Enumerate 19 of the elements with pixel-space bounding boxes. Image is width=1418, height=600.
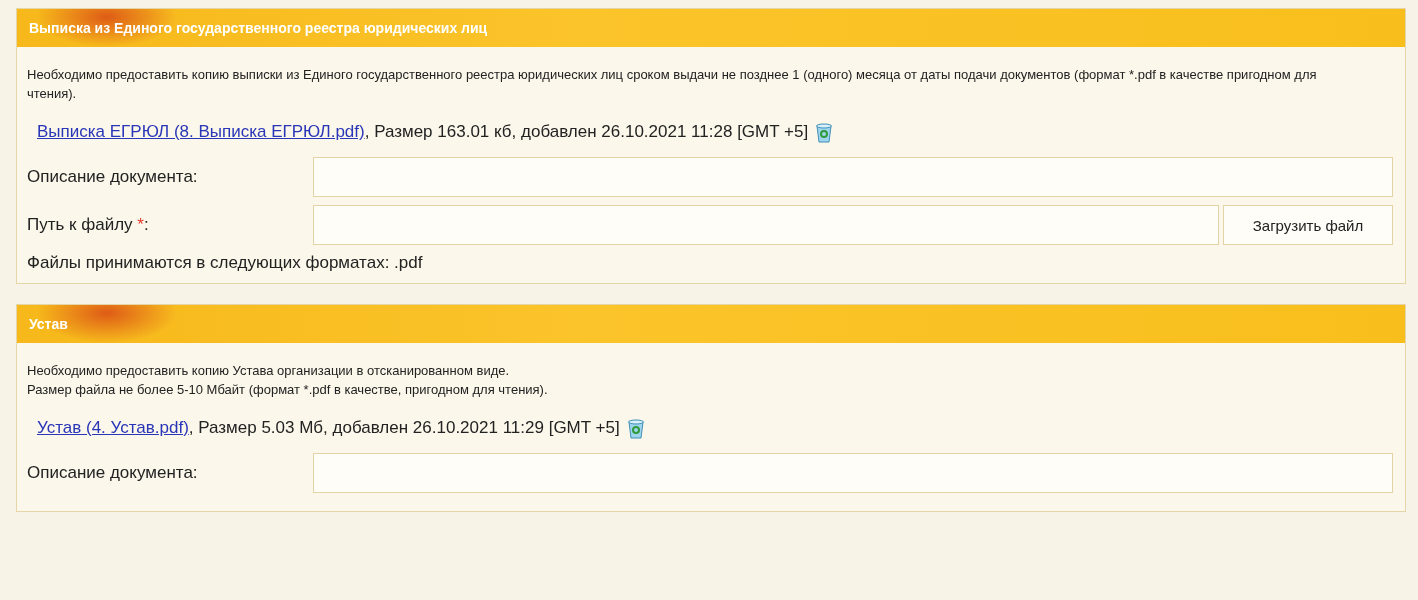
- file-link[interactable]: Выписка ЕГРЮЛ (8. Выписка ЕГРЮЛ.pdf): [37, 122, 365, 141]
- description-text: Необходимо предоставить копию выписки из Единого государственного реестра юридических лиц сроком выдачи не позднее 1 (одного) месяца от даты подачи документов (формат *.pdf в качестве пригодном для чтения).: [27, 66, 1318, 103]
- recycle-bin-icon[interactable]: [814, 121, 835, 143]
- description-text: Размер файла не более 5-10 Мбайт (формат *.pdf в качестве, пригодном для чтения).: [27, 381, 549, 399]
- file-path-field[interactable]: [313, 205, 1219, 245]
- field-label: Описание документа:: [27, 463, 199, 483]
- recycle-bin-icon[interactable]: [625, 417, 646, 439]
- field-label: Описание документа:: [27, 167, 199, 187]
- attachment-info: Устав (4. Устав.pdf), Размер 5.03 Мб, добавлен 26.10.2021 11:29 [GMT +5]: [37, 418, 620, 438]
- description-field[interactable]: [313, 157, 1393, 197]
- upload-button[interactable]: Загрузить файл: [1223, 205, 1393, 245]
- field-label: Путь к файлу *:: [27, 215, 150, 235]
- description-text: Необходимо предоставить копию Устава организации в отсканированном виде.: [27, 362, 511, 380]
- file-link[interactable]: Устав (4. Устав.pdf): [37, 418, 189, 437]
- attachment-info: Выписка ЕГРЮЛ (8. Выписка ЕГРЮЛ.pdf), Размер 163.01 кб, добавлен 26.10.2021 11:28 [GMT +5]: [37, 122, 809, 142]
- section-title: Устав: [29, 316, 68, 332]
- description-field[interactable]: [313, 453, 1393, 493]
- formats-note: Файлы принимаются в следующих форматах: .pdf: [27, 253, 424, 273]
- section-title: Выписка из Единого государственного реестра юридических лиц: [29, 20, 488, 36]
